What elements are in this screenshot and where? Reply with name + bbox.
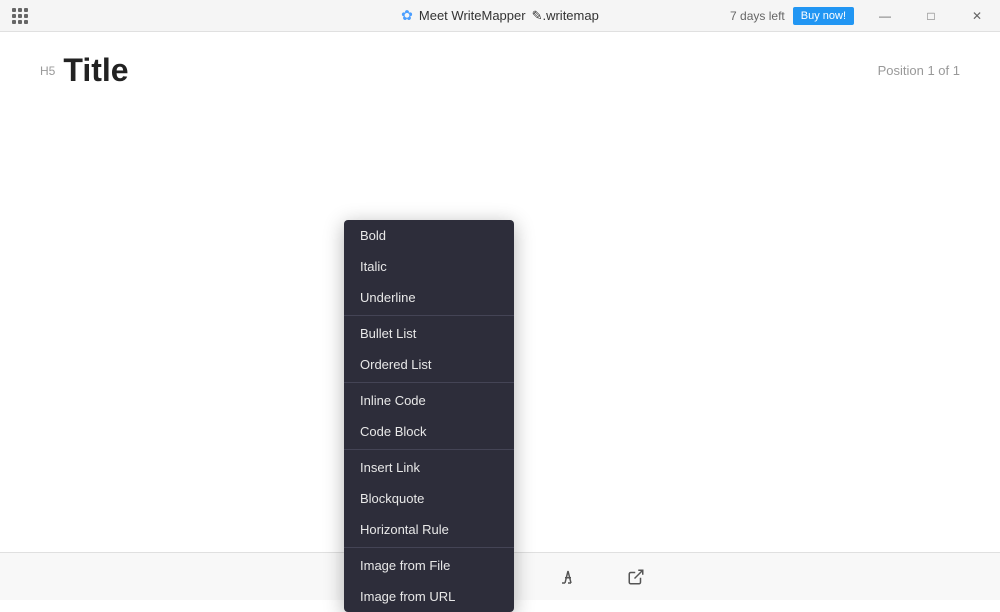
menu-item-insert-link[interactable]: Insert Link [344, 452, 514, 483]
export-icon [627, 568, 645, 586]
menu-divider-4 [344, 547, 514, 548]
position-indicator: Position 1 of 1 [878, 63, 960, 78]
title-bar: ✿ Meet WriteMapper ✎.writemap 7 days lef… [0, 0, 1000, 32]
menu-divider-3 [344, 449, 514, 450]
menu-item-code-block[interactable]: Code Block [344, 416, 514, 447]
menu-divider-2 [344, 382, 514, 383]
main-content: H5 Title Position 1 of 1 Bold Italic Und… [0, 32, 1000, 552]
heading-label: H5 [40, 64, 55, 78]
menu-item-image-file[interactable]: Image from File [344, 550, 514, 581]
doc-title[interactable]: Title [63, 52, 128, 89]
menu-item-ordered-list[interactable]: Ordered List [344, 349, 514, 380]
menu-item-underline[interactable]: Underline [344, 282, 514, 313]
font-button[interactable] [550, 559, 586, 595]
menu-item-horizontal-rule[interactable]: Horizontal Rule [344, 514, 514, 545]
trial-text: 7 days left [730, 9, 785, 23]
font-icon [559, 568, 577, 586]
buy-now-button[interactable]: Buy now! [793, 7, 854, 25]
minimize-button[interactable]: — [862, 0, 908, 32]
maximize-button[interactable]: □ [908, 0, 954, 32]
menu-item-image-url[interactable]: Image from URL [344, 581, 514, 612]
window-controls: — □ ✕ [862, 0, 1000, 31]
app-subtitle: ✎.writemap [532, 8, 599, 24]
menu-divider-1 [344, 315, 514, 316]
title-bar-right: 7 days left Buy now! — □ ✕ [730, 0, 1000, 31]
app-title: Meet WriteMapper [419, 8, 526, 23]
title-bar-center: ✿ Meet WriteMapper ✎.writemap [401, 7, 599, 24]
context-menu: Bold Italic Underline Bullet List Ordere… [344, 220, 514, 612]
close-button[interactable]: ✕ [954, 0, 1000, 32]
menu-item-blockquote[interactable]: Blockquote [344, 483, 514, 514]
app-logo-icon: ✿ [401, 7, 413, 24]
menu-item-bullet-list[interactable]: Bullet List [344, 318, 514, 349]
export-button[interactable] [618, 559, 654, 595]
doc-header: H5 Title Position 1 of 1 [40, 52, 960, 89]
menu-item-inline-code[interactable]: Inline Code [344, 385, 514, 416]
title-bar-left [12, 8, 28, 24]
menu-item-bold[interactable]: Bold [344, 220, 514, 251]
grid-menu-icon[interactable] [12, 8, 28, 24]
menu-item-italic[interactable]: Italic [344, 251, 514, 282]
title-area: H5 Title [40, 52, 129, 89]
